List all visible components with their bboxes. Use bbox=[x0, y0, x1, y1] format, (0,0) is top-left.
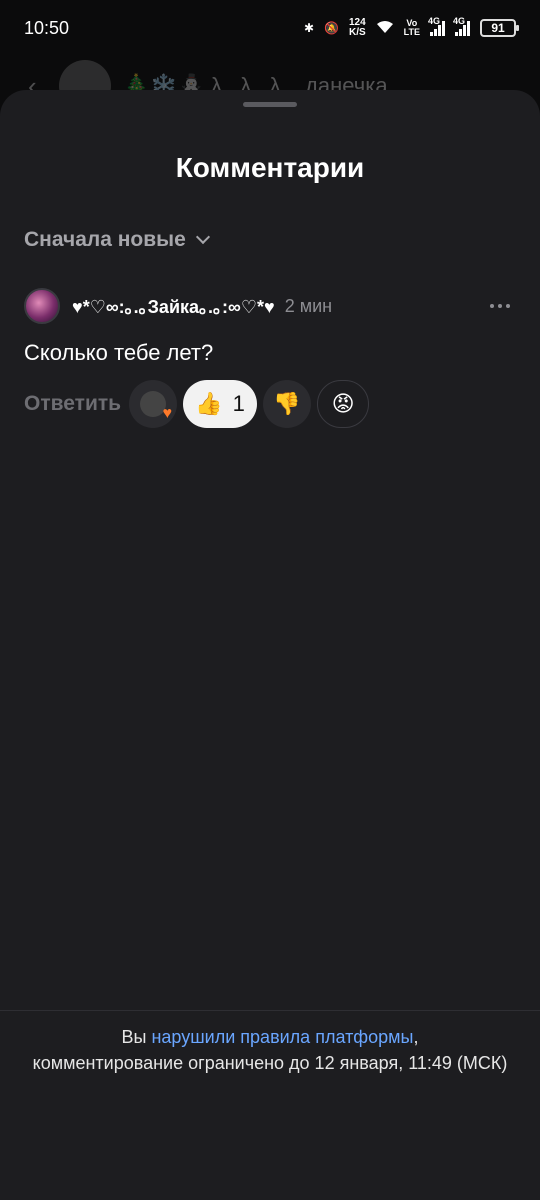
angry-face-icon: 😡 bbox=[331, 391, 355, 416]
battery-level: 91 bbox=[491, 21, 505, 35]
signal-2-label: 4G bbox=[453, 16, 466, 26]
author-heart-icon bbox=[140, 391, 172, 423]
comment-time: 2 мин bbox=[284, 295, 333, 316]
sort-dropdown[interactable]: Сначала новые bbox=[24, 228, 210, 252]
sheet-drag-handle[interactable] bbox=[243, 102, 297, 107]
sort-label: Сначала новые bbox=[24, 228, 186, 251]
thumbs-down-icon: 👎 bbox=[273, 391, 301, 416]
more-options-icon[interactable] bbox=[490, 304, 510, 308]
signal-1-icon: 4G bbox=[428, 16, 445, 36]
volte-bottom: LTE bbox=[403, 27, 420, 37]
volte-badge: Vo LTE bbox=[404, 19, 420, 37]
like-count: 1 bbox=[232, 391, 245, 416]
reply-button[interactable]: Ответить bbox=[24, 392, 121, 416]
comment-restriction-notice: Вы нарушили правила платформы, комментир… bbox=[20, 1024, 520, 1076]
chevron-down-icon bbox=[195, 229, 210, 245]
like-reaction-button[interactable]: 👍 1 bbox=[183, 380, 258, 428]
sheet-title: Комментарии bbox=[175, 152, 365, 183]
avatar[interactable] bbox=[24, 288, 60, 324]
angry-reaction-button[interactable]: 😡 bbox=[317, 380, 370, 428]
notice-suffix: , bbox=[413, 1027, 419, 1047]
notice-prefix: Вы bbox=[121, 1027, 152, 1047]
network-speed-unit: K/S bbox=[348, 27, 366, 38]
bluetooth-icon: ✱ bbox=[303, 21, 315, 35]
signal-1-label: 4G bbox=[428, 16, 441, 26]
rules-violation-link[interactable]: нарушили правила платформы bbox=[151, 1027, 413, 1047]
notice-line-2: комментирование ограничено до 12 января,… bbox=[32, 1053, 508, 1073]
status-bar: 10:50 ✱ 🔕 124 K/S Vo LTE 4G 4G 91 bbox=[0, 0, 540, 56]
status-icons: ✱ 🔕 124 K/S Vo LTE 4G 4G 91 bbox=[303, 16, 519, 38]
comment-author[interactable]: ♥*♡∞:｡.｡Зайка｡.｡:∞♡*♥ bbox=[72, 293, 275, 319]
thumbs-up-icon: 👍 bbox=[195, 391, 223, 416]
signal-2-icon: 4G bbox=[453, 16, 470, 36]
comment-text: Сколько тебе лет? bbox=[24, 340, 214, 365]
comment-item: ♥*♡∞:｡.｡Зайка｡.｡:∞♡*♥ 2 мин Сколько тебе… bbox=[24, 286, 516, 428]
comment-header: ♥*♡∞:｡.｡Зайка｡.｡:∞♡*♥ 2 мин bbox=[24, 286, 516, 326]
mute-bell-icon: 🔕 bbox=[324, 21, 339, 35]
network-speed: 124 K/S bbox=[349, 18, 366, 38]
footer-divider bbox=[0, 1010, 540, 1011]
dislike-reaction-button[interactable]: 👎 bbox=[263, 380, 312, 428]
wifi-icon bbox=[376, 20, 394, 37]
author-heart-reaction[interactable] bbox=[129, 380, 178, 428]
comment-actions: Ответить 👍 1 👎 😡 bbox=[24, 380, 516, 428]
status-time: 10:50 bbox=[24, 17, 70, 38]
battery-icon: 91 bbox=[480, 19, 519, 37]
